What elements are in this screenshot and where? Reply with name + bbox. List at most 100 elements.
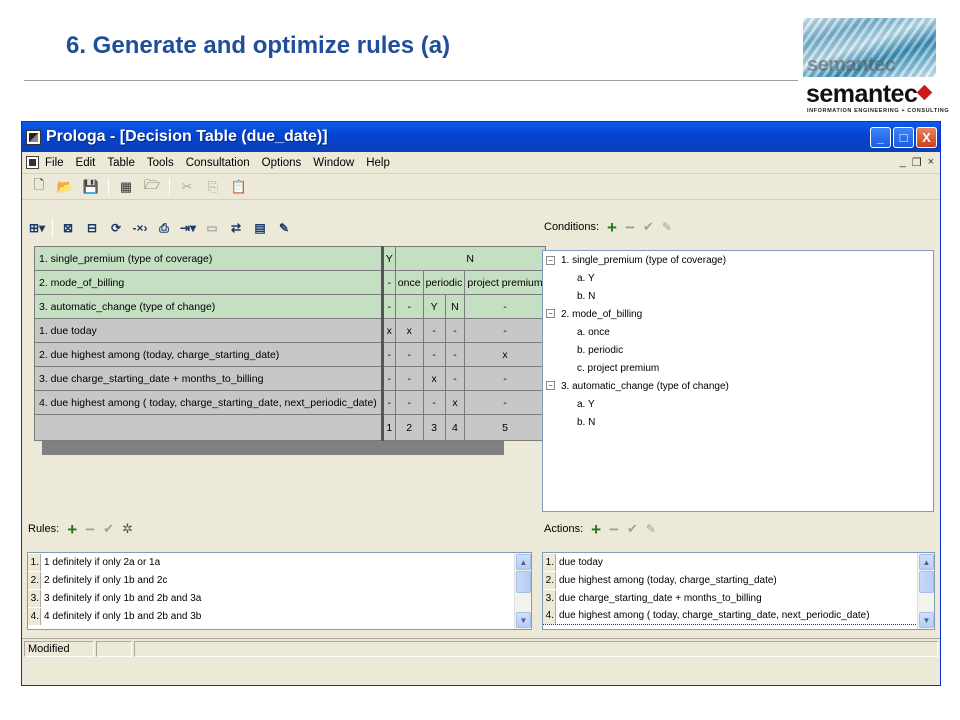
scroll-thumb[interactable] <box>919 571 934 593</box>
remove-action-icon[interactable]: − <box>609 521 619 538</box>
menu-consultation[interactable]: Consultation <box>186 157 250 169</box>
tree-node-value[interactable]: a. Y <box>577 395 595 413</box>
rule-number[interactable]: 5 <box>464 414 546 441</box>
menu-help[interactable]: Help <box>366 157 390 169</box>
action-label[interactable]: 1. due today <box>34 318 384 343</box>
confirm-rule-icon[interactable]: ✔ <box>103 521 114 537</box>
list-item[interactable]: 1. 1 definitely if only 2a or 1a <box>28 553 531 571</box>
rule-number[interactable]: 1 <box>381 414 396 441</box>
generate-rules-icon[interactable]: ✲ <box>122 521 133 537</box>
tree-node-value[interactable]: a. once <box>577 323 610 341</box>
window-titlebar[interactable]: Prologa - [Decision Table (due_date)] _ … <box>22 122 940 152</box>
optimize-table-icon[interactable]: ⟳ <box>107 219 125 237</box>
action-cell[interactable]: - <box>422 342 446 367</box>
scroll-down-icon[interactable]: ▼ <box>919 612 934 628</box>
action-cell[interactable]: - <box>444 342 466 367</box>
condition-label[interactable]: 3. automatic_change (type of change) <box>34 294 384 319</box>
scroll-down-icon[interactable]: ▼ <box>516 612 531 628</box>
action-cell[interactable]: - <box>444 318 466 343</box>
minimize-button[interactable]: _ <box>870 126 891 148</box>
cut-icon[interactable]: ✂ <box>178 178 196 196</box>
scroll-up-icon[interactable]: ▲ <box>516 554 531 570</box>
remove-condition-icon[interactable]: − <box>625 219 635 236</box>
condition-cell[interactable]: - <box>381 270 396 295</box>
confirm-action-icon[interactable]: ✔ <box>627 521 638 537</box>
actions-scrollbar[interactable]: ▲ ▼ <box>917 553 934 629</box>
open-project-icon[interactable]: 🗁 <box>143 177 161 196</box>
mdi-restore-button[interactable]: ❐ <box>912 156 922 169</box>
condition-cell[interactable]: Y <box>422 294 446 319</box>
tree-node-value[interactable]: c. project premium <box>577 359 659 377</box>
list-item[interactable]: 3. 3 definitely if only 1b and 2b and 3a <box>28 589 531 607</box>
rule-number[interactable]: 4 <box>444 414 466 441</box>
menu-table[interactable]: Table <box>107 157 135 169</box>
action-cell[interactable]: - <box>394 366 424 391</box>
condition-label[interactable]: 1. single_premium (type of coverage) <box>34 246 384 271</box>
menu-edit[interactable]: Edit <box>76 157 96 169</box>
confirm-condition-icon[interactable]: ✔ <box>643 219 654 235</box>
tree-node-condition[interactable]: 1. single_premium (type of coverage) <box>561 251 726 269</box>
list-item[interactable]: 4. due highest among ( today, charge_star… <box>543 607 934 625</box>
action-label[interactable]: 4. due highest among ( today, charge_sta… <box>34 390 384 415</box>
menu-options[interactable]: Options <box>262 157 302 169</box>
action-cell[interactable]: - <box>381 342 396 367</box>
edit-action-icon[interactable]: ✎ <box>646 522 656 536</box>
action-label[interactable]: 2. due highest among (today, charge_star… <box>34 342 384 367</box>
menu-file[interactable]: File <box>45 157 64 169</box>
action-cell[interactable]: - <box>422 390 446 415</box>
list-item[interactable]: 1. due today <box>543 553 934 571</box>
add-rule-icon[interactable]: + <box>67 521 77 538</box>
mdi-minimize-button[interactable]: _ <box>900 156 906 169</box>
condition-cell[interactable]: once <box>394 270 424 295</box>
action-cell[interactable]: - <box>464 390 546 415</box>
collapse-toggle-icon[interactable]: − <box>546 256 555 265</box>
condition-cell[interactable]: Y <box>381 246 396 271</box>
collapse-toggle-icon[interactable]: − <box>546 381 555 390</box>
layout-grid-icon[interactable]: ⊞▾ <box>28 219 46 237</box>
menu-window[interactable]: Window <box>313 157 354 169</box>
close-button[interactable]: X <box>916 126 937 148</box>
action-cell[interactable]: - <box>464 366 546 391</box>
new-file-icon[interactable]: 🗋 <box>30 177 48 196</box>
save-table-icon[interactable]: ▭ <box>203 219 221 237</box>
action-cell[interactable]: - <box>422 318 446 343</box>
rules-scrollbar[interactable]: ▲ ▼ <box>514 553 531 629</box>
list-item[interactable]: 3. due charge_starting_date + months_to_b… <box>543 589 934 607</box>
action-cell[interactable]: x <box>464 342 546 367</box>
add-action-icon[interactable]: + <box>591 521 601 538</box>
mdi-close-button[interactable]: × <box>928 156 934 169</box>
condition-label[interactable]: 2. mode_of_billing <box>34 270 384 295</box>
list-item[interactable]: 2. due highest among (today, charge_start… <box>543 571 934 589</box>
scroll-thumb[interactable] <box>516 571 531 593</box>
action-cell[interactable]: x <box>422 366 446 391</box>
edit-condition-icon[interactable]: ✎ <box>662 220 672 234</box>
merge-icon[interactable]: ⇄ <box>227 219 245 237</box>
action-cell[interactable]: x <box>444 390 466 415</box>
action-cell[interactable]: - <box>381 390 396 415</box>
condition-cell[interactable]: project premium <box>464 270 546 295</box>
paste-icon[interactable]: 📋 <box>230 178 248 196</box>
open-folder-icon[interactable]: 📂 <box>56 178 74 196</box>
action-cell[interactable]: x <box>394 318 424 343</box>
app-icon[interactable] <box>26 129 41 145</box>
collapse-toggle-icon[interactable]: − <box>546 309 555 318</box>
tree-node-condition[interactable]: 3. automatic_change (type of change) <box>561 377 729 395</box>
consult-icon[interactable]: ⎙ <box>155 219 173 237</box>
action-cell[interactable]: - <box>381 366 396 391</box>
tree-node-value[interactable]: a. Y <box>577 269 595 287</box>
save-icon[interactable]: 💾 <box>82 178 100 196</box>
condition-cell[interactable]: - <box>464 294 546 319</box>
expand-table-icon[interactable]: ⊠ <box>59 219 77 237</box>
import-icon[interactable]: ⇥▾ <box>179 219 197 237</box>
tree-node-value[interactable]: b. N <box>577 413 595 431</box>
print-icon[interactable]: ▦ <box>117 178 135 196</box>
action-cell[interactable]: - <box>394 390 424 415</box>
reorder-icon[interactable]: -×› <box>131 219 149 237</box>
action-cell[interactable]: - <box>394 342 424 367</box>
condition-cell[interactable]: N <box>394 246 546 271</box>
condition-cell[interactable]: N <box>444 294 466 319</box>
copy-icon[interactable]: ⎘ <box>204 178 222 196</box>
action-cell[interactable]: - <box>444 366 466 391</box>
action-cell[interactable]: x <box>381 318 396 343</box>
list-item[interactable]: 2. 2 definitely if only 1b and 2c <box>28 571 531 589</box>
